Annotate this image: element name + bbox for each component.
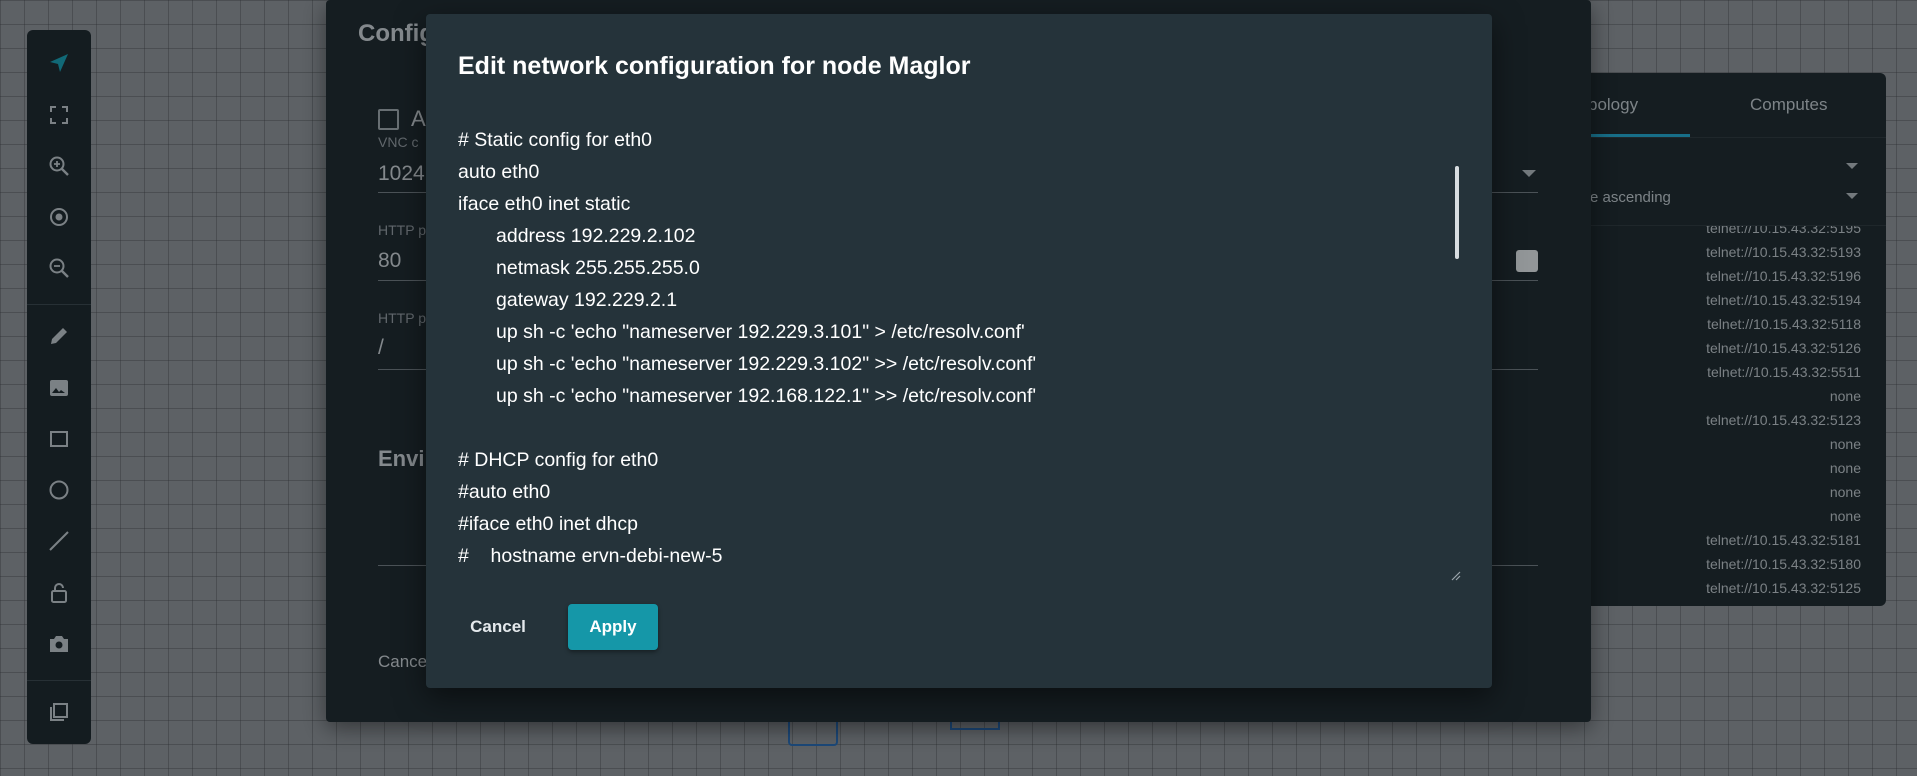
config-line: up sh -c 'echo "nameserver 192.168.122.1… xyxy=(496,385,1037,407)
config-line: # hostname ervn-debi-new-5 xyxy=(458,545,723,567)
cancel-button[interactable]: Cancel xyxy=(458,604,538,650)
config-line: # DHCP config for eth0 xyxy=(458,449,659,471)
config-line: gateway 192.229.2.1 xyxy=(496,289,678,311)
config-line: iface eth0 inet static xyxy=(458,193,631,215)
config-line: netmask 255.255.255.0 xyxy=(496,257,700,279)
network-config-dialog: Edit network configuration for node Magl… xyxy=(426,14,1492,688)
config-line: #iface eth0 inet dhcp xyxy=(458,513,638,535)
resize-handle-icon[interactable] xyxy=(1449,569,1461,581)
dialog-title: Edit network configuration for node Magl… xyxy=(458,52,971,80)
config-line: up sh -c 'echo "nameserver 192.229.3.102… xyxy=(496,353,1037,375)
config-line: # Static config for eth0 xyxy=(458,129,653,151)
network-config-textarea[interactable]: # Static config for eth0 auto eth0 iface… xyxy=(458,124,1462,598)
config-line: address 192.229.2.102 xyxy=(496,225,696,247)
apply-button[interactable]: Apply xyxy=(568,604,658,650)
config-line: auto eth0 xyxy=(458,161,540,183)
config-line: #auto eth0 xyxy=(458,481,551,503)
textarea-scrollbar[interactable] xyxy=(1455,166,1459,259)
config-line xyxy=(458,412,1462,444)
config-line: up sh -c 'echo "nameserver 192.229.3.101… xyxy=(496,321,1025,343)
